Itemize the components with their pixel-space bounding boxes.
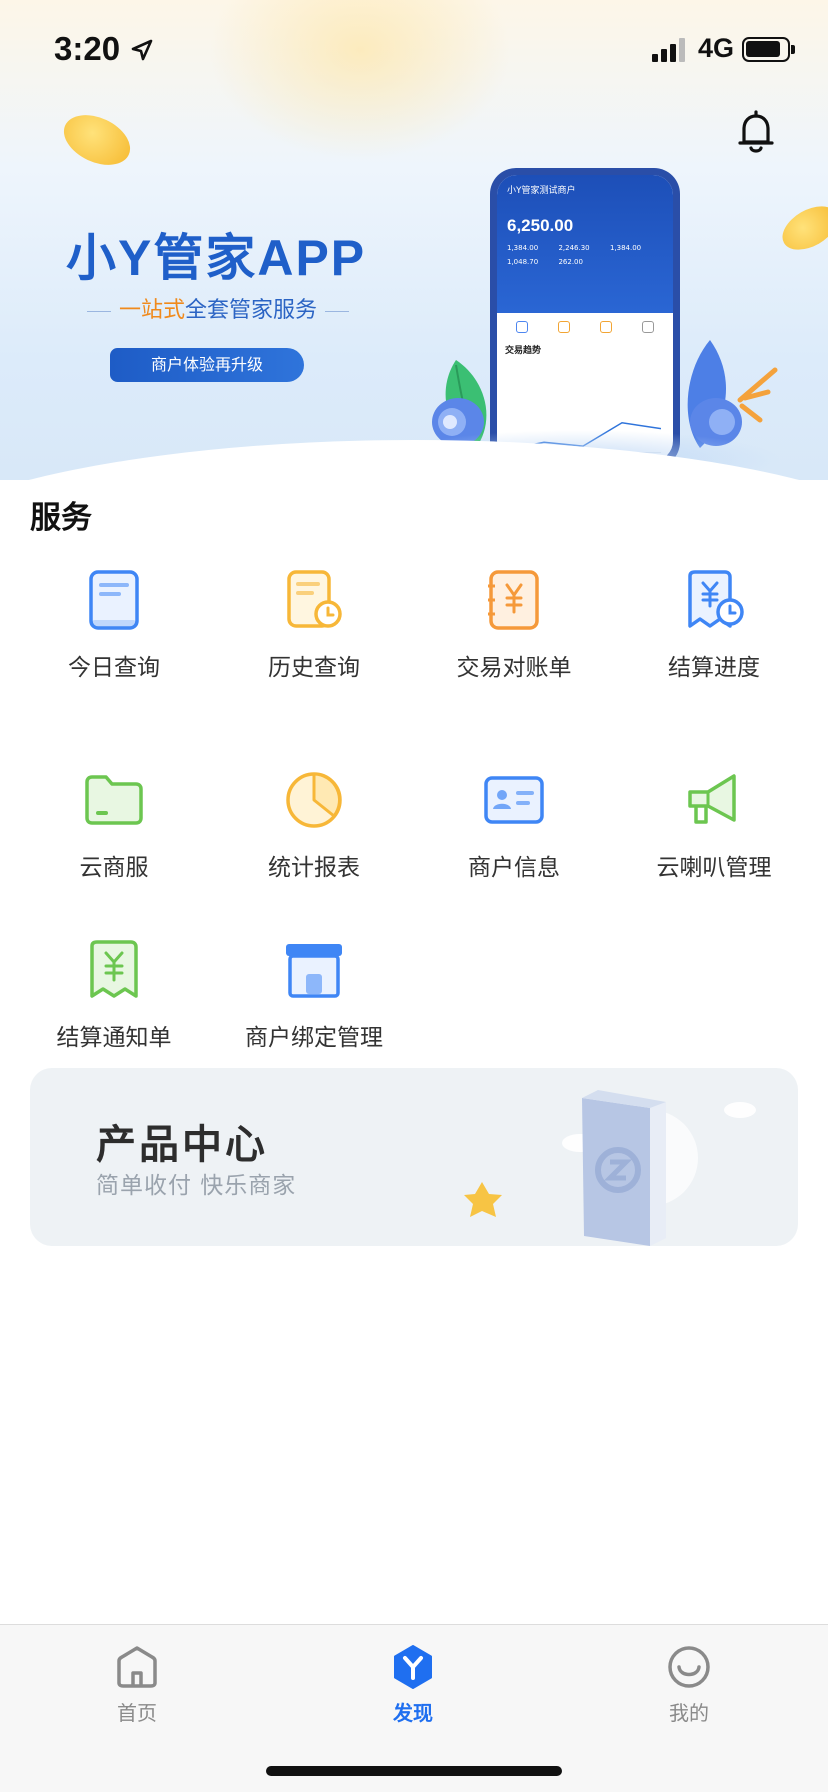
phone-stat: 1,384.00	[609, 244, 642, 252]
document-icon	[89, 570, 139, 630]
phone-header: 小Y管家测试商户 6,250.00 1,384.00 2,246.30 1,38…	[497, 175, 673, 313]
services-title: 服务	[30, 500, 92, 536]
product-center-subtitle: 简单收付 快乐商家	[96, 1173, 297, 1199]
phone-section-title: 交易趋势	[505, 346, 542, 356]
service-label: 商户绑定管理	[245, 1025, 383, 1051]
phone-mini-icon	[558, 321, 570, 333]
phone-stat: 1,048.70	[507, 258, 539, 266]
phone-amount: 6,250.00	[507, 216, 574, 235]
service-label: 结算通知单	[56, 1025, 172, 1051]
service-label: 历史查询	[268, 655, 360, 681]
service-merchant-binding[interactable]: 商户绑定管理	[214, 940, 414, 1080]
phone-screen: 小Y管家测试商户 6,250.00 1,384.00 2,246.30 1,38…	[497, 175, 673, 461]
service-label: 交易对账单	[456, 655, 572, 681]
service-label: 结算进度	[668, 655, 760, 681]
bell-icon[interactable]	[736, 110, 776, 154]
settlement-progress-icon	[688, 570, 744, 628]
phone-stats: 1,384.00 2,246.30 1,384.00 1,048.70 262.…	[507, 244, 663, 272]
id-card-icon	[484, 776, 544, 824]
banner-subtitle: 一站式全套管家服务	[72, 292, 364, 324]
phone-mini-icon	[642, 321, 654, 333]
megaphone-icon	[688, 774, 736, 824]
banner-title: 小Y管家APP	[66, 230, 367, 286]
tab-discover[interactable]: 发现	[343, 1645, 483, 1745]
service-label: 云喇叭管理	[656, 855, 772, 881]
service-label: 商户信息	[468, 855, 560, 881]
network-type: 4G	[698, 33, 735, 63]
service-statistics-report[interactable]: 统计报表	[214, 770, 414, 910]
service-transaction-statement[interactable]: 交易对账单	[414, 570, 614, 710]
discover-icon	[394, 1645, 432, 1689]
coin-decoration	[775, 197, 828, 259]
tab-label: 首页	[117, 1701, 157, 1725]
phone-title: 小Y管家测试商户	[507, 186, 576, 196]
service-merchant-info[interactable]: 商户信息	[414, 770, 614, 910]
location-arrow-icon	[131, 39, 153, 61]
service-settlement-notice[interactable]: 结算通知单	[14, 940, 214, 1080]
phone-mini-icon	[600, 321, 612, 333]
signal-icon	[652, 38, 688, 62]
pie-chart-icon	[286, 772, 342, 828]
status-time: 3:20	[54, 30, 121, 67]
phone-stat: 262.00	[558, 258, 583, 266]
coin-decoration	[55, 105, 139, 175]
service-settlement-progress[interactable]: 结算进度	[614, 570, 814, 710]
phone-stat: 1,384.00	[507, 244, 539, 252]
service-today-query[interactable]: 今日查询	[14, 570, 214, 710]
folder-icon	[85, 775, 143, 825]
tab-label: 我的	[669, 1701, 709, 1725]
service-label: 云商服	[79, 855, 149, 881]
battery-icon	[742, 37, 795, 62]
phone-stat: 2,246.30	[558, 244, 590, 252]
store-icon	[286, 944, 342, 998]
tab-label: 发现	[393, 1701, 433, 1725]
status-bar: 3:20 4G	[0, 0, 828, 96]
banner-subtitle-rest: 全套管家服务	[185, 298, 318, 323]
service-label: 今日查询	[68, 655, 160, 681]
phone-illustration: 小Y管家测试商户 6,250.00 1,384.00 2,246.30 1,38…	[490, 168, 680, 468]
service-cloud-merchant[interactable]: 云商服	[14, 770, 214, 910]
yuan-receipt-icon	[90, 940, 138, 998]
book-illustration	[464, 1090, 756, 1246]
phone-mini-icon	[516, 321, 528, 333]
product-center-title: 产品中心	[96, 1122, 268, 1168]
home-icon	[117, 1646, 157, 1688]
banner-subtitle-highlight: 一站式	[118, 298, 185, 323]
yuan-ledger-icon	[488, 570, 539, 630]
history-icon	[287, 570, 342, 628]
tab-home[interactable]: 首页	[67, 1645, 207, 1745]
smile-icon	[668, 1646, 710, 1688]
tab-mine[interactable]: 我的	[619, 1645, 759, 1745]
service-label: 统计报表	[268, 855, 360, 881]
service-cloud-speaker-management[interactable]: 云喇叭管理	[614, 770, 814, 910]
phone-icon-row	[497, 313, 673, 337]
service-history-query[interactable]: 历史查询	[214, 570, 414, 710]
banner-pill[interactable]: 商户体验再升级	[110, 348, 304, 382]
home-indicator[interactable]	[266, 1766, 562, 1776]
product-center-card[interactable]: 产品中心 简单收付 快乐商家	[30, 1068, 798, 1246]
